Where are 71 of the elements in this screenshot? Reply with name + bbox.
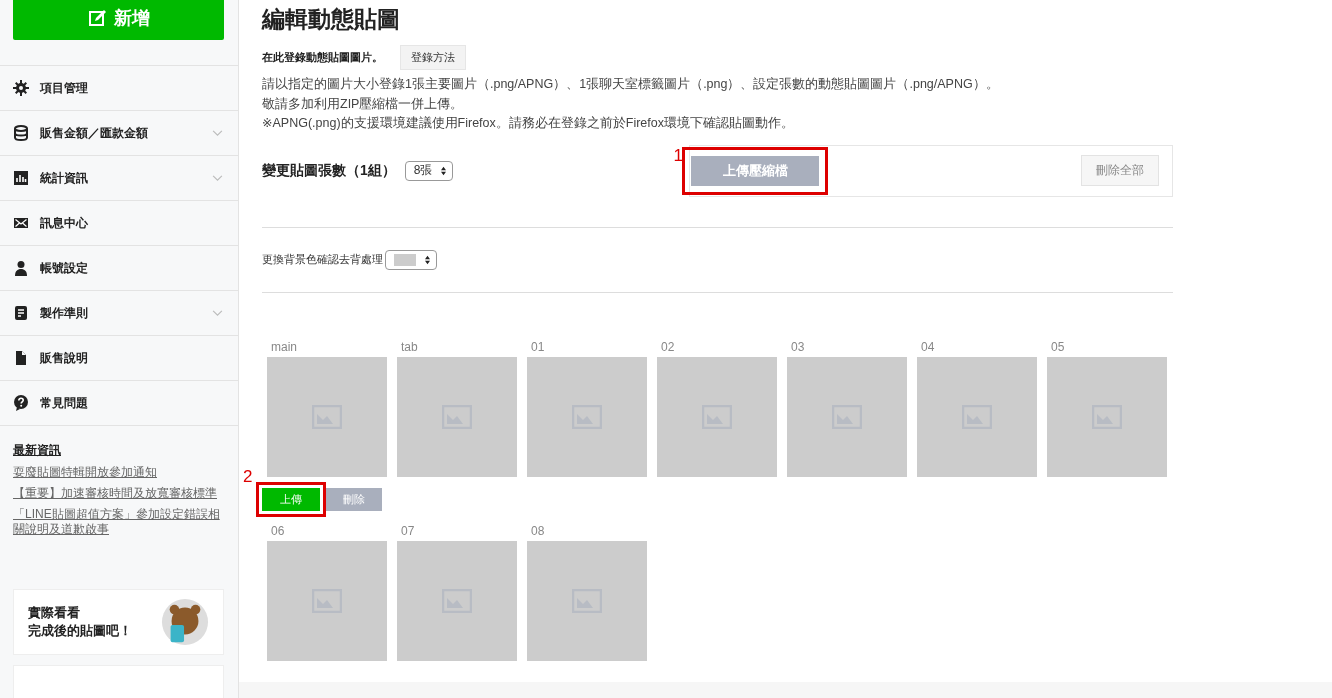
sidebar-item[interactable]: 販售說明 [0,336,238,381]
sidebar-item-label: 統計資訊 [40,169,89,187]
image-placeholder[interactable] [397,356,517,477]
database-icon [13,125,29,141]
sidebar-item-label: 販售說明 [40,349,89,367]
image-placeholder[interactable] [657,356,777,477]
preview-banner[interactable]: 實際看看 完成後的貼圖吧！ [13,589,224,655]
sidebar-item[interactable]: 項目管理 [0,66,238,111]
sticker-label: tab [400,339,419,356]
delete-all-button[interactable]: 刪除全部 [1081,155,1159,186]
banner-text: 完成後的貼圖吧！ [28,622,132,640]
sticker-count-select[interactable]: 8張 [404,160,454,181]
sidebar-item-label: 常見問題 [40,394,89,412]
intro-text: 在此登錄動態貼圖圖片。 [262,50,383,65]
annotation-number: 1 [673,145,683,166]
sidebar-item-label: 項目管理 [40,79,89,97]
image-placeholder[interactable] [527,356,647,477]
news-link[interactable]: 「LINE貼圖超值方案」參加設定錯誤相關說明及道歉啟事 [13,507,225,537]
sticker-label: 06 [270,523,286,540]
sticker-count-label: 變更貼圖張數（1組） [262,161,396,180]
sidebar-item[interactable]: 統計資訊 [0,156,238,201]
how-to-button[interactable]: 登錄方法 [400,45,466,70]
sidebar-item[interactable]: 帳號設定 [0,246,238,291]
edit-icon [87,7,108,28]
sticker-label: main [270,339,298,356]
news-link[interactable]: 耍廢貼圖特輯開放參加通知 [13,465,157,480]
sidebar-item[interactable]: 常見問題 [0,381,238,426]
sticker-label: 07 [400,523,416,540]
sidebar-item-label: 帳號設定 [40,259,89,277]
instruction-text: ※APNG(.png)的支援環境建議使用Firefox。請務必在登錄之前於Firefox環境下確認貼圖動作。 [262,115,795,132]
image-placeholder[interactable] [787,356,907,477]
sidebar-item-label: 販售金額／匯款金額 [40,124,149,142]
person-icon [13,260,29,276]
gear-icon [13,80,29,96]
image-placeholder[interactable] [527,540,647,661]
file-icon [13,350,29,366]
background-color-select[interactable] [385,249,437,270]
page-title: 編輯動態貼圖 [262,5,401,34]
image-placeholder[interactable] [267,356,387,477]
bar-chart-icon [13,170,29,186]
sticker-label: 01 [530,339,546,356]
sidebar-item[interactable]: 販售金額／匯款金額 [0,111,238,156]
news-heading: 最新資訊 [13,442,61,459]
updown-arrow-icon [424,254,431,265]
sidebar-item-label: 製作準則 [40,304,89,322]
sticker-label: 04 [920,339,936,356]
chevron-down-icon [212,129,223,137]
sidebar-item[interactable]: 製作準則 [0,291,238,336]
sticker-label: 02 [660,339,676,356]
instruction-text: 請以指定的圖片大小登錄1張主要圖片（.png/APNG）、1張聊天室標籤圖片（.png）、設定張數的動態貼圖圖片（.png/APNG）。 [262,76,1000,93]
image-placeholder[interactable] [397,540,517,661]
image-placeholder[interactable] [267,540,387,661]
image-placeholder[interactable] [917,356,1037,477]
instruction-text: 敬請多加利用ZIP壓縮檔一併上傳。 [262,95,465,113]
chevron-down-icon [212,309,223,317]
help-icon [13,395,29,411]
envelope-icon [13,215,29,231]
document-icon [13,305,29,321]
background-color-label: 更換背景色確認去背處理 [262,252,383,267]
updown-arrow-icon [440,165,448,176]
bear-illustration [161,598,209,646]
sidebar-item-label: 訊息中心 [40,214,89,232]
sidebar-item[interactable]: 訊息中心 [0,201,238,246]
sticker-label: 05 [1050,339,1066,356]
chevron-down-icon [212,174,223,182]
banner-text: 實際看看 [28,604,81,622]
sticker-label: 08 [530,523,546,540]
annotation-number: 2 [243,466,253,487]
image-placeholder[interactable] [1047,356,1167,477]
news-link[interactable]: 【重要】加速審核時間及放寬審核標準 [13,486,217,501]
sticker-label: 03 [790,339,806,356]
